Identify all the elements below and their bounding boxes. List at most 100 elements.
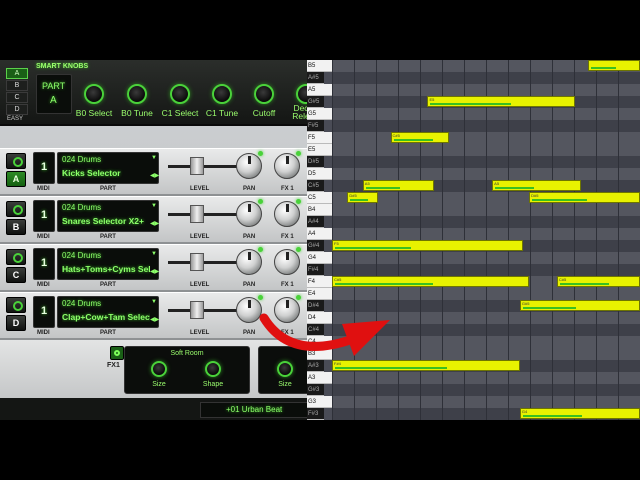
bottom-bar: +01 Urban Beat [0,398,312,420]
fx-size-knob[interactable] [151,361,167,377]
midi-note[interactable]: A5 [362,180,434,191]
piano-key[interactable]: G#4 [307,240,324,252]
piano-key[interactable]: A5 [307,84,332,96]
piano-key[interactable]: F#4 [307,264,324,276]
pan-indicator [258,199,263,204]
level-fader[interactable] [190,253,204,271]
level-label: LEVEL [190,282,210,288]
part-button-c[interactable]: C [6,92,28,103]
piano-key[interactable]: G5 [307,108,332,120]
midi-note[interactable]: G4 [519,408,640,419]
piano-key[interactable]: C#5 [307,180,324,192]
midi-note[interactable] [587,60,640,71]
piano-key[interactable]: G4 [307,252,332,264]
midi-note[interactable]: C#5 [390,132,450,143]
midi-channel-value: 1 [41,257,48,269]
preset-display[interactable]: +01 Urban Beat [200,402,312,418]
part-row-a: A 1 MIDI 024 Drums Kicks Selector ▼ ◀▶ P… [0,148,312,196]
pan-knob[interactable] [236,201,262,227]
piano-key[interactable]: G3 [307,396,332,408]
midi-note[interactable]: C#5 [556,276,640,287]
patch-display[interactable]: 024 Drums Snares Selector X2+ ▼ ◀▶ [57,200,159,232]
fx-shape-knob[interactable] [205,361,221,377]
piano-key[interactable]: F5 [307,132,332,144]
part-power-button[interactable] [6,297,26,313]
fx1-label: FX 1 [281,234,294,240]
part-power-button[interactable] [6,201,26,217]
piano-key[interactable]: E5 [307,144,332,156]
part-button-a[interactable]: A [6,68,28,79]
midi-channel-value: 1 [41,305,48,317]
part-button-d[interactable]: D [6,104,28,115]
piano-key[interactable]: D5 [307,168,332,180]
dropdown-icon[interactable]: ▼ [151,203,157,209]
b0-select-knob[interactable] [84,84,104,104]
fx1-indicator [296,199,301,204]
power-icon [114,350,120,356]
level-fader[interactable] [190,301,204,319]
level-fader[interactable] [190,205,204,223]
part-label: PART [100,330,116,336]
midi-note[interactable]: D#5 [529,192,640,203]
piano-key[interactable]: A#4 [307,216,324,228]
dropdown-icon[interactable]: ▼ [151,155,157,161]
patch-name: Snares Selector X2+ [62,216,144,226]
patch-display[interactable]: 024 Drums Kicks Selector ▼ ◀▶ [57,152,159,184]
patch-display[interactable]: 024 Drums Hats+Toms+Cyms Selec ▼ ◀▶ [57,248,159,280]
level-label: LEVEL [190,234,210,240]
fx1-send-knob[interactable] [274,153,300,179]
piano-key[interactable]: B4 [307,204,332,216]
part-power-button[interactable] [6,249,26,265]
fx1-send-knob[interactable] [274,249,300,275]
pan-knob[interactable] [236,249,262,275]
dropdown-icon[interactable]: ▼ [151,299,157,305]
midi-note[interactable]: C#5 [332,276,530,287]
fx1-send-knob[interactable] [274,201,300,227]
dropdown-icon[interactable]: ▼ [151,251,157,257]
cutoff-knob[interactable] [254,84,274,104]
part-letter-button[interactable]: A [6,171,26,187]
part-display: PART A [36,74,72,114]
pan-knob[interactable] [236,153,262,179]
part-label: PART [100,186,116,192]
prev-next-icon[interactable]: ◀▶ [150,172,159,179]
part-letter-button[interactable]: B [6,219,26,235]
midi-channel-display[interactable]: 1 [33,200,55,232]
midi-note[interactable]: A5 [492,180,582,191]
part-letter-button[interactable]: C [6,267,26,283]
piano-key[interactable]: F#5 [307,120,324,132]
fx-power-button[interactable] [110,346,124,360]
piano-key[interactable]: F4 [307,276,332,288]
midi-channel-display[interactable]: 1 [33,248,55,280]
part-button-b[interactable]: B [6,80,28,91]
midi-channel-display[interactable]: 1 [33,152,55,184]
c1-tune-knob[interactable] [212,84,232,104]
midi-channel-display[interactable]: 1 [33,296,55,328]
midi-note[interactable]: G#5 [519,300,640,311]
fx1-indicator [296,151,301,156]
c1-select-knob[interactable] [170,84,190,104]
piano-key[interactable]: D#5 [307,156,324,168]
piano-key[interactable]: F#3 [307,408,324,420]
c1-select-label: C1 Select [161,108,199,118]
piano-key[interactable]: A4 [307,228,332,240]
piano-key[interactable]: G#3 [307,384,324,396]
part-letter-button[interactable]: D [6,315,26,331]
b0-tune-knob[interactable] [127,84,147,104]
pan-label: PAN [243,234,256,240]
midi-note[interactable]: E5 [427,96,576,107]
prev-next-icon[interactable]: ◀▶ [150,268,159,275]
prev-next-icon[interactable]: ◀▶ [150,220,159,227]
piano-key[interactable]: C5 [307,192,332,204]
part-power-button[interactable] [6,153,26,169]
level-fader[interactable] [190,157,204,175]
piano-key[interactable]: B5 [307,60,332,72]
prev-next-icon[interactable]: ◀▶ [150,316,159,323]
piano-key[interactable]: G#5 [307,96,324,108]
pan-label: PAN [243,186,256,192]
piano-key[interactable]: A#5 [307,72,324,84]
midi-note[interactable]: F5 [332,240,523,251]
patch-display[interactable]: 024 Drums Clap+Cow+Tam Selecto ▼ ◀▶ [57,296,159,328]
part-row-b: B 1 MIDI 024 Drums Snares Selector X2+ ▼… [0,196,312,244]
midi-note[interactable]: D#5 [347,192,379,203]
